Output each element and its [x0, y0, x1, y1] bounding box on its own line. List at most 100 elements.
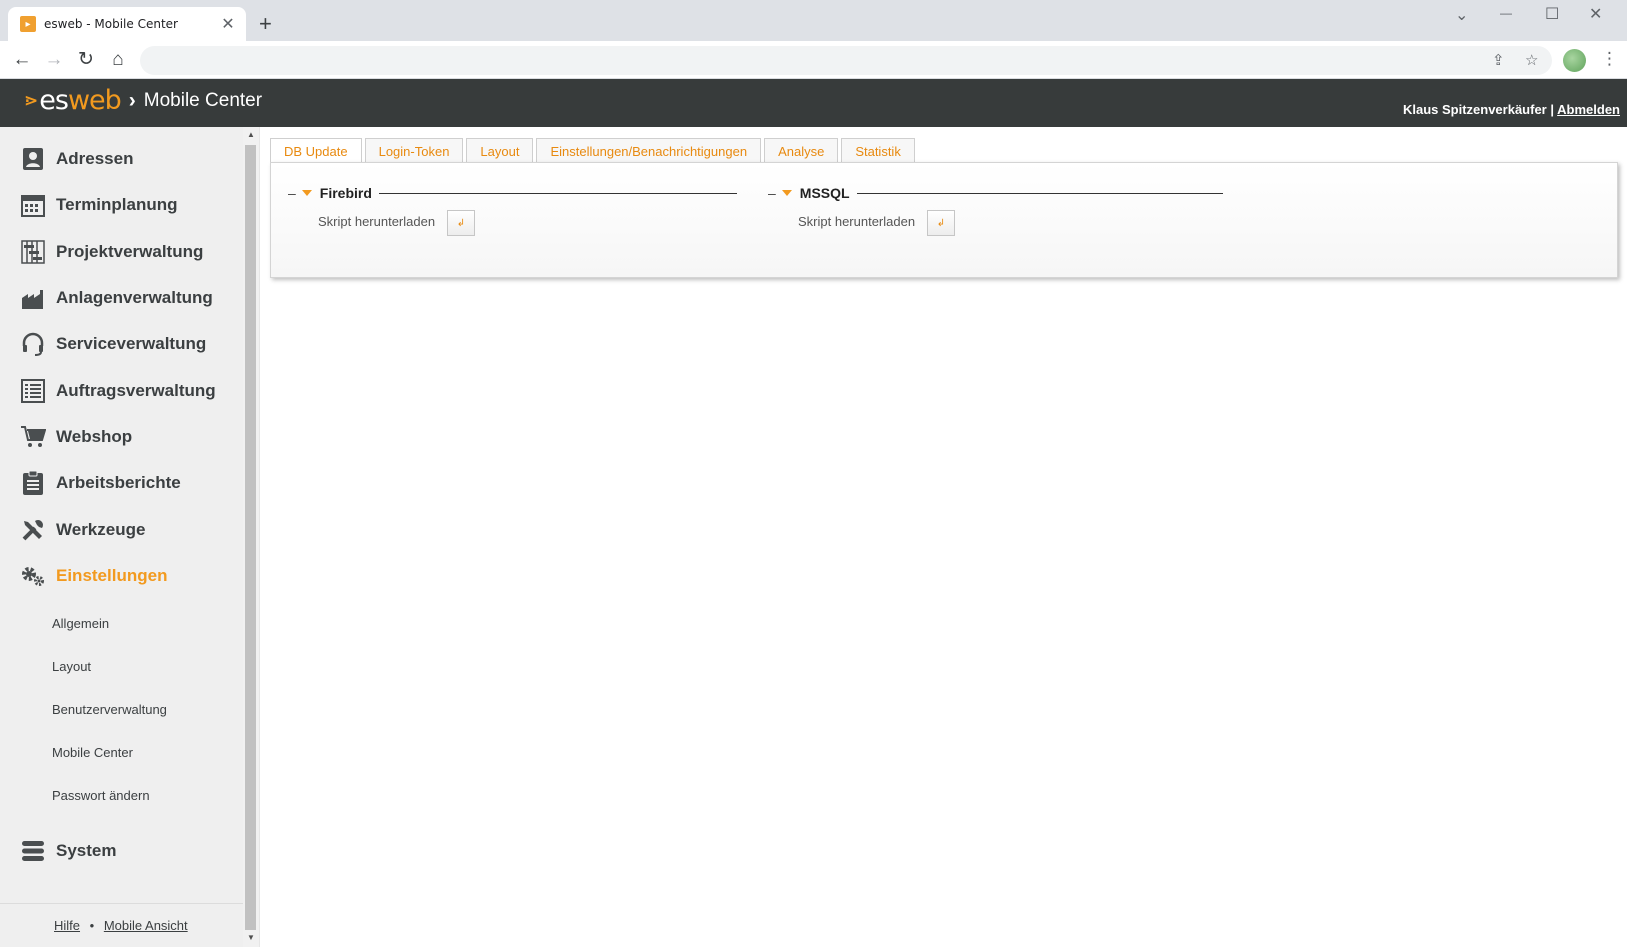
back-icon[interactable]: ← — [10, 49, 34, 71]
address-bar[interactable]: ⇪ ☆ — [140, 46, 1552, 75]
logout-link[interactable]: Abmelden — [1557, 102, 1620, 117]
browser-tab-title: esweb - Mobile Center — [44, 17, 178, 31]
list-icon — [20, 378, 46, 404]
sidebar-item-serviceverwaltung[interactable]: Serviceverwaltung — [20, 329, 206, 359]
sub-item-benutzerverwaltung[interactable]: Benutzerverwaltung — [52, 702, 167, 717]
new-tab-button[interactable]: + — [259, 11, 272, 37]
logo-es: es — [39, 85, 69, 116]
factory-icon — [20, 285, 46, 311]
browser-toolbar: ← → ↻ ⌂ ⇪ ☆ ⋮ — [0, 41, 1627, 79]
headset-icon — [20, 331, 46, 357]
firebird-download-button[interactable]: ↲ — [447, 210, 475, 236]
triangle-down-icon[interactable] — [301, 190, 312, 196]
calendar-icon — [20, 192, 46, 218]
sidebar-footer: Hilfe • Mobile Ansicht — [54, 918, 188, 933]
group-rule — [378, 192, 737, 194]
sidebar-scrollbar[interactable]: ▲ ▼ — [243, 127, 259, 947]
minimize-button[interactable]: — — [1500, 6, 1512, 20]
logo-chevron-icon: ⋗ — [24, 90, 39, 110]
collapse-icon[interactable]: – — [768, 185, 776, 201]
browser-menu-icon[interactable]: ⋮ — [1601, 49, 1618, 69]
forward-icon[interactable]: → — [42, 49, 66, 71]
sidebar-item-label: Projektverwaltung — [56, 242, 204, 261]
maximize-button[interactable]: ☐ — [1545, 4, 1559, 24]
share-icon[interactable]: ⇪ — [1492, 53, 1505, 68]
sidebar-item-label: Terminplanung — [56, 195, 178, 214]
sidebar-item-system[interactable]: System — [20, 836, 116, 866]
download-label: Skript herunterladen — [798, 214, 916, 229]
bookmark-star-icon[interactable]: ☆ — [1525, 53, 1538, 68]
sidebar-item-label: Webshop — [56, 427, 133, 446]
scroll-up-icon[interactable]: ▲ — [243, 130, 259, 139]
tab-search-icon[interactable]: ⌄ — [1455, 5, 1468, 25]
page-title: Mobile Center — [143, 89, 263, 111]
tab-einstellungen-benachrichtigungen[interactable]: Einstellungen/Benachrichtigungen — [536, 138, 762, 163]
scroll-down-icon[interactable]: ▼ — [243, 933, 259, 942]
sidebar-item-terminplanung[interactable]: Terminplanung — [20, 190, 178, 220]
download-icon: ↲ — [456, 217, 466, 229]
sidebar-item-werkzeuge[interactable]: Werkzeuge — [20, 515, 145, 545]
breadcrumb-separator-icon: › — [128, 88, 136, 112]
sidebar-item-anlagenverwaltung[interactable]: Anlagenverwaltung — [20, 283, 213, 313]
sidebar-item-adressen[interactable]: Adressen — [20, 144, 133, 174]
sidebar-item-label: Werkzeuge — [56, 520, 146, 539]
sidebar-item-arbeitsberichte[interactable]: Arbeitsberichte — [20, 468, 181, 498]
browser-tab[interactable]: ▸ esweb - Mobile Center ✕ — [8, 7, 246, 41]
home-icon[interactable]: ⌂ — [106, 49, 130, 71]
reload-icon[interactable]: ↻ — [74, 49, 98, 71]
sidebar-item-webshop[interactable]: Webshop — [20, 422, 132, 452]
esweb-logo[interactable]: ⋗ es web › Mobile Center — [24, 85, 262, 116]
address-book-icon — [20, 146, 46, 172]
sub-item-allgemein[interactable]: Allgemein — [52, 616, 109, 631]
browser-tabstrip: ▸ esweb - Mobile Center ✕ + ⌄ — ☐ ✕ — [0, 0, 1627, 41]
sidebar-item-label: Arbeitsberichte — [56, 473, 181, 492]
sidebar-item-label: Einstellungen — [56, 566, 168, 585]
tab-login-token[interactable]: Login-Token — [364, 138, 464, 163]
settings-tabs: DB Update Login-Token Layout Einstellung… — [270, 138, 918, 164]
scrollbar-thumb[interactable] — [245, 145, 256, 930]
group-rule — [856, 192, 1223, 194]
user-separator: | — [1550, 102, 1555, 117]
gantt-icon — [20, 239, 46, 265]
sub-item-layout[interactable]: Layout — [52, 659, 91, 674]
sidebar: Adressen Terminplanung Projektverwaltung… — [0, 127, 243, 947]
database-icon — [20, 838, 46, 864]
user-name: Klaus Spitzenverkäufer — [1402, 102, 1547, 117]
footer-dot: • — [89, 918, 95, 933]
firebird-group[interactable]: – Firebird — [288, 185, 737, 201]
group-title: MSSQL — [799, 185, 850, 201]
logo-web: web — [67, 85, 122, 116]
clipboard-icon — [20, 470, 46, 496]
group-title: Firebird — [319, 185, 372, 201]
favicon-icon: ▸ — [20, 16, 36, 32]
sidebar-item-label: Anlagenverwaltung — [56, 288, 213, 307]
sub-item-passwort-aendern[interactable]: Passwort ändern — [52, 788, 150, 803]
sidebar-item-auftragsverwaltung[interactable]: Auftragsverwaltung — [20, 376, 216, 406]
mssql-group[interactable]: – MSSQL — [768, 185, 1223, 201]
close-window-button[interactable]: ✕ — [1589, 4, 1602, 24]
tab-analyse[interactable]: Analyse — [764, 138, 839, 163]
profile-avatar[interactable] — [1563, 49, 1586, 72]
tab-db-update[interactable]: DB Update — [270, 138, 362, 164]
sidebar-item-projektverwaltung[interactable]: Projektverwaltung — [20, 237, 203, 267]
user-info: Klaus Spitzenverkäufer | Abmelden — [1403, 102, 1620, 117]
tools-icon — [20, 517, 46, 543]
tab-statistik[interactable]: Statistik — [841, 138, 915, 163]
app-header: ⋗ es web › Mobile Center Klaus Spitzenve… — [0, 79, 1627, 127]
sub-item-mobile-center[interactable]: Mobile Center — [52, 745, 133, 760]
close-tab-icon[interactable]: ✕ — [220, 14, 236, 34]
mssql-download-button[interactable]: ↲ — [927, 210, 955, 236]
help-link[interactable]: Hilfe — [54, 918, 80, 933]
db-update-panel: – Firebird Skript herunterladen ↲ – MSSQ… — [270, 162, 1618, 278]
triangle-down-icon[interactable] — [781, 190, 792, 196]
cart-icon — [20, 424, 46, 450]
sidebar-item-einstellungen[interactable]: Einstellungen — [20, 561, 167, 591]
sidebar-item-label: Auftragsverwaltung — [56, 381, 216, 400]
content-divider — [259, 127, 260, 947]
sidebar-item-label: Adressen — [56, 149, 134, 168]
sidebar-item-label: Serviceverwaltung — [56, 334, 207, 353]
mobile-view-link[interactable]: Mobile Ansicht — [104, 918, 188, 933]
tab-layout[interactable]: Layout — [466, 138, 534, 163]
collapse-icon[interactable]: – — [288, 185, 296, 201]
download-label: Skript herunterladen — [318, 214, 436, 229]
